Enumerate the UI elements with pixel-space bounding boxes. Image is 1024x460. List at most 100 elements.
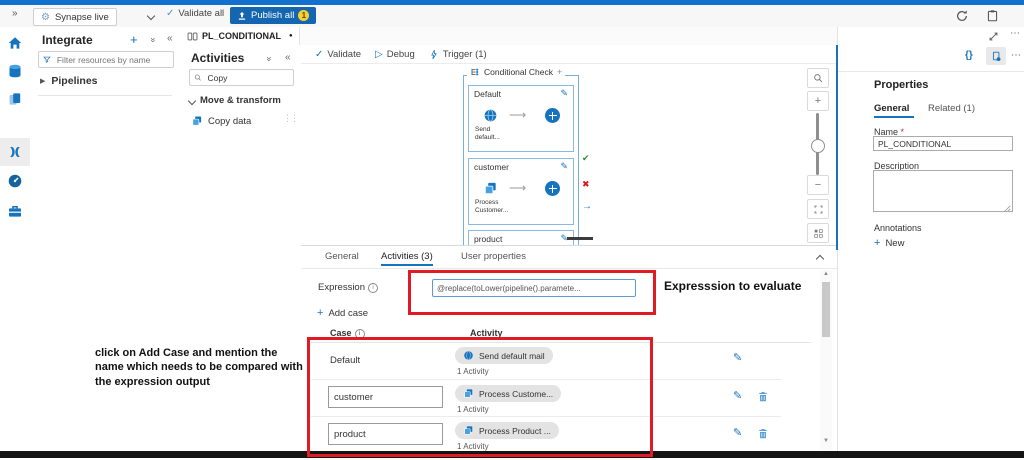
drag-grip-icon[interactable]: ⋮⋮ bbox=[283, 113, 297, 124]
pipeline-name-input[interactable] bbox=[873, 136, 1013, 151]
case-name-input[interactable] bbox=[329, 388, 442, 408]
delete-trash-icon[interactable] bbox=[757, 390, 769, 403]
annotations-label: Annotations bbox=[874, 223, 922, 233]
section-move-and-transform[interactable]: Move & transform bbox=[189, 95, 281, 106]
vertical-scrollbar[interactable]: ▲ ▼ bbox=[820, 270, 832, 450]
activity-pill[interactable]: Process Product ... bbox=[455, 422, 559, 439]
activities-panel: Activities » « Move & transform Copy dat… bbox=[181, 45, 302, 451]
new-annotation-label: New bbox=[885, 238, 904, 249]
activity-search-field[interactable] bbox=[189, 69, 294, 86]
activity-pill[interactable]: Send default mail bbox=[455, 347, 553, 364]
switch-activity-header[interactable]: Conditional Check + bbox=[467, 67, 565, 77]
edit-pencil-icon[interactable]: ✎ bbox=[733, 391, 742, 402]
zoom-in-button[interactable]: + bbox=[807, 91, 829, 111]
publish-all-button[interactable]: Publish all 1 bbox=[230, 7, 316, 24]
connector-plus-icon[interactable]: + bbox=[557, 67, 562, 77]
zoom-slider-knob[interactable] bbox=[811, 139, 825, 153]
case-name-field[interactable] bbox=[328, 386, 443, 408]
integrate-pipeline-icon[interactable] bbox=[7, 144, 23, 160]
sidebar-item-pipelines[interactable]: ▶ Pipelines bbox=[40, 75, 98, 87]
expression-input[interactable] bbox=[432, 279, 636, 297]
fit-to-screen-button[interactable] bbox=[807, 199, 829, 219]
collapse-panel-icon[interactable]: « bbox=[285, 52, 291, 63]
section-label: Move & transform bbox=[200, 95, 281, 106]
more-options-icon[interactable]: ⋯ bbox=[1011, 50, 1021, 61]
copy-data-icon[interactable] bbox=[483, 181, 498, 196]
workspace-mode-selector[interactable]: ⚙ Synapse live bbox=[33, 8, 117, 26]
plus-icon: + bbox=[874, 237, 880, 249]
activity-copy-data[interactable]: Copy data bbox=[191, 115, 251, 127]
tab-activities[interactable]: Activities (3) bbox=[381, 251, 433, 262]
add-activity-button[interactable] bbox=[545, 181, 560, 196]
horizontal-scrollbar[interactable] bbox=[567, 237, 593, 240]
activity-pill[interactable]: Process Custome... bbox=[455, 385, 561, 402]
case-name-input[interactable] bbox=[329, 425, 442, 445]
success-port-icon[interactable]: ✔ bbox=[582, 153, 590, 164]
lightning-icon bbox=[429, 49, 439, 60]
activity-count: 1 Activity bbox=[457, 405, 489, 414]
add-case-button[interactable]: + Add case bbox=[317, 307, 368, 319]
validate-button[interactable]: ✓ Validate bbox=[315, 49, 361, 60]
auto-align-button[interactable] bbox=[807, 223, 829, 243]
scroll-down-icon[interactable]: ▼ bbox=[823, 438, 829, 444]
editor-tab-strip: PL_CONDITIONAL ● bbox=[181, 27, 837, 46]
skip-port-icon[interactable]: → bbox=[582, 201, 592, 212]
properties-toggle-button[interactable] bbox=[986, 47, 1006, 65]
panel-splitter[interactable] bbox=[836, 45, 838, 250]
feedback-clipboard-icon[interactable] bbox=[986, 9, 999, 22]
home-icon[interactable] bbox=[7, 35, 23, 51]
collapse-panel-chevron-icon[interactable] bbox=[816, 255, 824, 263]
code-view-button[interactable]: {} bbox=[965, 50, 973, 61]
resource-filter-field[interactable] bbox=[38, 51, 174, 68]
manage-toolbox-icon[interactable] bbox=[7, 203, 23, 219]
scroll-up-icon[interactable]: ▲ bbox=[823, 271, 829, 277]
scrollbar-thumb[interactable] bbox=[822, 282, 830, 337]
case-box-default[interactable]: Default ✎ Send default... ⟶ bbox=[468, 85, 574, 152]
data-database-icon[interactable] bbox=[7, 63, 23, 79]
divider bbox=[838, 71, 1024, 72]
edit-pencil-icon[interactable]: ✎ bbox=[733, 353, 742, 364]
delete-trash-icon[interactable] bbox=[757, 427, 769, 440]
failure-port-icon[interactable]: ✖ bbox=[582, 179, 590, 190]
case-box-product[interactable]: product ✎ bbox=[468, 230, 574, 245]
tab-pl-conditional[interactable]: PL_CONDITIONAL ● bbox=[181, 27, 300, 45]
add-activity-button[interactable] bbox=[545, 108, 560, 123]
case-name-text: Default bbox=[330, 355, 360, 366]
validate-all-button[interactable]: ✓ Validate all bbox=[166, 8, 224, 19]
pipeline-tab-icon bbox=[187, 31, 198, 42]
web-activity-icon[interactable] bbox=[483, 108, 498, 123]
collapse-all-icon[interactable]: » bbox=[265, 56, 275, 61]
case-box-customer[interactable]: customer ✎ Process Customer... ⟶ bbox=[468, 158, 574, 225]
resize-handle-icon[interactable] bbox=[1004, 205, 1011, 212]
tab-properties-general[interactable]: General bbox=[874, 103, 909, 114]
tab-general[interactable]: General bbox=[325, 251, 359, 262]
description-textarea[interactable] bbox=[873, 170, 1013, 212]
edit-pencil-icon[interactable]: ✎ bbox=[733, 428, 742, 439]
expand-panel-icon[interactable] bbox=[988, 31, 999, 42]
monitor-gauge-icon[interactable] bbox=[7, 173, 23, 189]
case-row-default: Default Send default mail 1 Activity ✎ bbox=[311, 342, 781, 379]
tab-properties-related[interactable]: Related (1) bbox=[928, 103, 975, 114]
expand-toolbar-icon[interactable]: » bbox=[12, 8, 18, 19]
trigger-button[interactable]: Trigger (1) bbox=[429, 49, 487, 60]
pipeline-canvas[interactable]: ✓ Validate ▷ Debug Trigger (1) Condition… bbox=[301, 45, 837, 245]
collapse-panel-icon[interactable]: « bbox=[167, 33, 173, 44]
activity-search-input[interactable] bbox=[206, 72, 289, 84]
debug-button[interactable]: ▷ Debug bbox=[375, 49, 415, 60]
resource-filter-input[interactable] bbox=[55, 54, 169, 66]
top-toolbar: » ⚙ Synapse live ✓ Validate all Publish … bbox=[0, 5, 1024, 28]
edit-pencil-icon[interactable]: ✎ bbox=[560, 89, 568, 98]
zoom-search-button[interactable] bbox=[807, 68, 829, 88]
case-name-field[interactable] bbox=[328, 423, 443, 445]
edit-pencil-icon[interactable]: ✎ bbox=[560, 162, 568, 171]
develop-documents-icon[interactable] bbox=[7, 91, 23, 107]
more-options-icon[interactable]: ⋯ bbox=[1010, 28, 1020, 39]
zoom-out-button[interactable]: − bbox=[807, 175, 829, 195]
add-annotation-button[interactable]: + New bbox=[874, 237, 904, 249]
tab-user-properties[interactable]: User properties bbox=[461, 251, 526, 262]
workspace-dropdown-chevron-icon[interactable] bbox=[147, 12, 155, 20]
add-resource-button[interactable]: + bbox=[130, 32, 138, 47]
canvas-surface[interactable]: Conditional Check + Default ✎ Send defau… bbox=[301, 63, 837, 245]
refresh-icon[interactable] bbox=[955, 9, 969, 23]
collapse-all-icon[interactable]: » bbox=[149, 37, 159, 42]
